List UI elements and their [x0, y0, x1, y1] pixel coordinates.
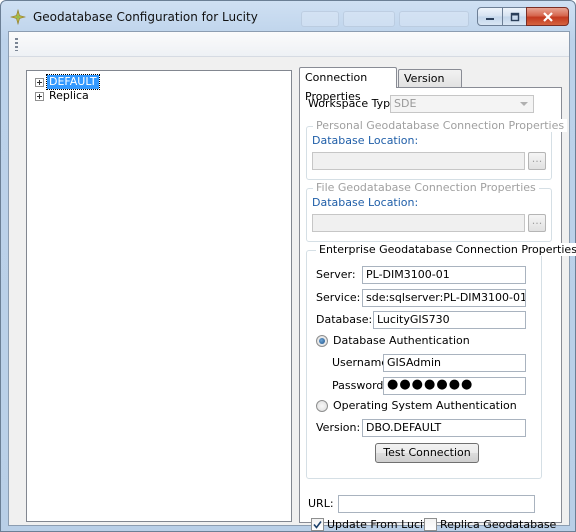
- personal-db-location-input[interactable]: [312, 152, 525, 170]
- service-label: Service:: [316, 291, 361, 304]
- database-auth-radio[interactable]: [316, 335, 328, 347]
- tree-node-replica[interactable]: Replica: [35, 89, 91, 103]
- version-label: Version:: [316, 421, 361, 434]
- file-db-location-input[interactable]: [312, 214, 525, 232]
- personal-db-location-label: Database Location:: [312, 134, 419, 147]
- os-auth-label[interactable]: Operating System Authentication: [333, 399, 517, 412]
- toolstrip: [9, 32, 569, 57]
- database-input[interactable]: LucityGIS730: [373, 311, 526, 329]
- database-label: Database:: [316, 313, 373, 326]
- replica-geodatabase-label[interactable]: Replica Geodatabase: [440, 518, 556, 531]
- workspace-type-select[interactable]: SDE: [390, 95, 534, 113]
- client-area: DEFAULT Replica Connection Properties Ve…: [8, 31, 576, 531]
- expand-icon[interactable]: [35, 77, 44, 87]
- test-connection-button[interactable]: Test Connection: [375, 443, 479, 463]
- tree-node-label[interactable]: Replica: [47, 89, 91, 103]
- file-db-location-label: Database Location:: [312, 196, 419, 209]
- maximize-button[interactable]: [502, 7, 527, 26]
- tree-node-default[interactable]: DEFAULT: [35, 74, 100, 90]
- window-title: Geodatabase Configuration for Lucity: [33, 10, 258, 24]
- service-input[interactable]: sde:sqlserver:PL-DIM3100-01: [362, 289, 526, 307]
- file-gdb-title: File Geodatabase Connection Properties: [313, 181, 539, 194]
- workspace-type-value: SDE: [394, 97, 417, 110]
- file-browse-button[interactable]: ...: [528, 214, 546, 232]
- checkmark-icon: [313, 521, 322, 529]
- password-label: Password:: [332, 379, 388, 392]
- server-label: Server:: [316, 268, 356, 281]
- close-icon: [542, 11, 553, 22]
- background-window-ghost: [343, 11, 395, 27]
- personal-gdb-group: Personal Geodatabase Connection Properti…: [306, 119, 568, 180]
- app-icon: [10, 9, 26, 25]
- tab-version-setup[interactable]: Version Setup: [398, 69, 462, 102]
- version-input[interactable]: DBO.DEFAULT: [362, 419, 526, 437]
- os-auth-radio[interactable]: [316, 400, 328, 412]
- background-window-ghost: [399, 11, 469, 27]
- geodatabase-tree[interactable]: DEFAULT Replica: [26, 70, 292, 522]
- close-button[interactable]: [526, 7, 569, 26]
- tree-node-label[interactable]: DEFAULT: [46, 74, 100, 90]
- enterprise-gdb-title: Enterprise Geodatabase Connection Proper…: [316, 243, 576, 256]
- title-bar[interactable]: Geodatabase Configuration for Lucity: [1, 1, 575, 31]
- server-input[interactable]: PL-DIM3100-01: [362, 266, 526, 284]
- username-input[interactable]: GISAdmin: [383, 354, 526, 372]
- main-window: Geodatabase Configuration for Lucity DEF…: [0, 0, 576, 532]
- toolstrip-grip[interactable]: [15, 38, 18, 51]
- personal-browse-button[interactable]: ...: [528, 152, 546, 170]
- background-window-ghost: [301, 11, 339, 27]
- chevron-down-icon: [520, 102, 528, 106]
- update-from-lucity-label[interactable]: Update From Lucity: [327, 518, 434, 531]
- minimize-button[interactable]: [477, 7, 503, 26]
- database-auth-label[interactable]: Database Authentication: [333, 334, 470, 347]
- tab-control: Connection Properties Version Setup Work…: [299, 67, 576, 531]
- enterprise-gdb-group: Enterprise Geodatabase Connection Proper…: [306, 243, 576, 479]
- expand-icon[interactable]: [35, 91, 44, 101]
- file-gdb-group: File Geodatabase Connection Properties D…: [306, 181, 552, 242]
- personal-gdb-title: Personal Geodatabase Connection Properti…: [313, 119, 568, 132]
- update-from-lucity-checkbox[interactable]: [311, 518, 324, 531]
- connection-properties-panel: Workspace Type: SDE Personal Geodatabase…: [299, 87, 576, 531]
- replica-geodatabase-checkbox[interactable]: [424, 518, 437, 531]
- maximize-icon: [510, 12, 519, 21]
- url-label: URL:: [308, 497, 334, 510]
- tab-connection-properties[interactable]: Connection Properties: [299, 67, 397, 103]
- minimize-icon: [486, 17, 494, 20]
- url-input[interactable]: [338, 495, 535, 513]
- password-input[interactable]: ●●●●●●●: [383, 377, 526, 395]
